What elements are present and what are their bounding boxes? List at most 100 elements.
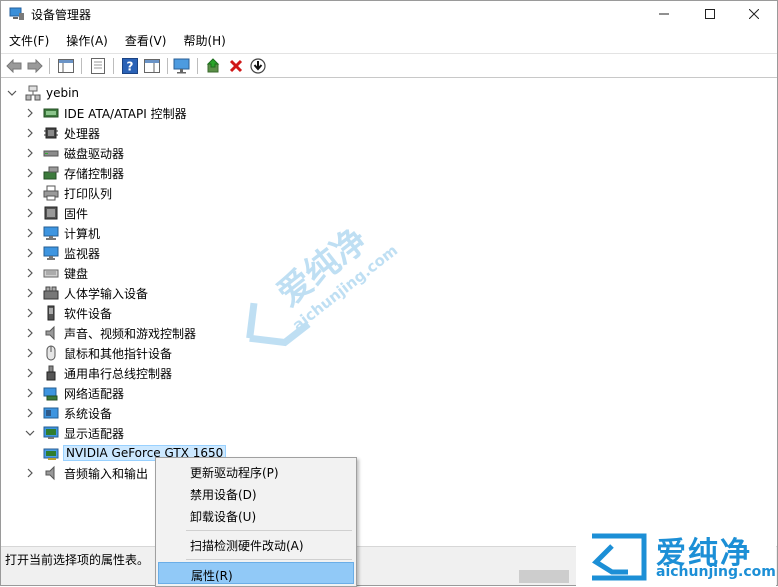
ctx-properties[interactable]: 属性(R) (158, 562, 354, 584)
disable-device-toolbar-button[interactable] (249, 57, 267, 75)
tree-node[interactable]: 存储控制器 (25, 163, 124, 183)
device-tree: yebin IDE ATA/ATAPI 控制器处理器 磁盘驱动器存储控制器打印队列… (1, 80, 777, 545)
expand-chevron-icon[interactable] (25, 148, 35, 158)
system-device-icon (43, 405, 59, 421)
scan-hardware-toolbar-button[interactable] (173, 57, 191, 75)
tree-node[interactable]: 通用串行总线控制器 (25, 363, 172, 383)
watermark-corner-url: aichunjing.com (656, 564, 776, 580)
menu-help[interactable]: 帮助(H) (175, 29, 234, 51)
minimize-button[interactable] (641, 1, 687, 27)
expand-chevron-icon[interactable] (25, 368, 35, 378)
tree-node-label: 计算机 (64, 226, 101, 241)
properties-sheet-icon (91, 58, 105, 74)
ide-controller-icon (43, 105, 59, 121)
svg-text:?: ? (127, 60, 134, 74)
ctx-update-driver[interactable]: 更新驱动程序(P) (158, 460, 354, 482)
disk-drive-icon (43, 145, 59, 161)
tree-node-label: IDE ATA/ATAPI 控制器 (64, 106, 187, 121)
ctx-disable-device[interactable]: 禁用设备(D) (158, 482, 354, 504)
expand-chevron-icon[interactable] (25, 468, 35, 478)
monitor-scan-icon (173, 58, 190, 74)
expand-chevron-icon[interactable] (25, 388, 35, 398)
device-manager-icon (9, 7, 24, 20)
expand-chevron-icon[interactable] (25, 268, 35, 278)
computer-network-icon (25, 85, 41, 101)
collapse-chevron-icon[interactable] (7, 88, 17, 98)
forward-button[interactable] (26, 57, 44, 75)
tree-node-label: 显示适配器 (64, 426, 125, 441)
tree-root[interactable]: yebin (7, 83, 79, 103)
show-hide-console-tree-button[interactable] (57, 57, 75, 75)
expand-chevron-icon[interactable] (25, 108, 35, 118)
tree-node[interactable]: 显示适配器 (25, 423, 124, 443)
gpu-card-icon (43, 445, 59, 461)
tree-node[interactable]: 打印队列 (25, 183, 112, 203)
tree-node[interactable]: 系统设备 (25, 403, 112, 423)
tree-node-label: 固件 (64, 206, 89, 221)
tree-node[interactable]: 鼠标和其他指针设备 (25, 343, 172, 363)
tree-node[interactable]: 固件 (25, 203, 88, 223)
ctx-uninstall-device[interactable]: 卸载设备(U) (158, 504, 354, 526)
computer-icon (43, 225, 59, 241)
tree-node[interactable]: 软件设备 (25, 303, 112, 323)
tree-node[interactable]: 计算机 (25, 223, 100, 243)
toolbar-separator (81, 58, 82, 74)
close-button[interactable] (731, 1, 777, 27)
tree-node[interactable]: 磁盘驱动器 (25, 143, 124, 163)
tree-node-label: 系统设备 (64, 406, 113, 421)
tree-node-label: 音频输入和输出 (64, 466, 149, 481)
tree-node[interactable]: 音频输入和输出 (25, 463, 148, 483)
back-button[interactable] (5, 57, 23, 75)
properties-toolbar-button[interactable] (89, 57, 107, 75)
tree-node-label: 通用串行总线控制器 (64, 366, 173, 381)
scrollbar-thumb[interactable] (519, 570, 569, 583)
expand-chevron-icon[interactable] (25, 248, 35, 258)
toolbar-separator (197, 58, 198, 74)
toolbar-separator (49, 58, 50, 74)
tree-node[interactable]: 监视器 (25, 243, 100, 263)
tree-node[interactable]: 声音、视频和游戏控制器 (25, 323, 196, 343)
storage-controller-icon (43, 165, 59, 181)
tree-node[interactable]: 处理器 (25, 123, 100, 143)
menu-view[interactable]: 查看(V) (117, 29, 176, 51)
expand-chevron-icon[interactable] (25, 308, 35, 318)
expand-chevron-icon[interactable] (25, 208, 35, 218)
expand-chevron-icon[interactable] (25, 288, 35, 298)
expand-chevron-icon[interactable] (25, 228, 35, 238)
expand-chevron-icon[interactable] (25, 348, 35, 358)
expand-chevron-icon[interactable] (25, 168, 35, 178)
close-icon (749, 9, 759, 19)
help-button[interactable]: ? (121, 57, 139, 75)
maximize-icon (705, 9, 715, 19)
menu-separator (186, 530, 352, 531)
expand-chevron-icon[interactable] (25, 128, 35, 138)
ctx-scan-hardware[interactable]: 扫描检测硬件改动(A) (158, 533, 354, 555)
expand-chevron-icon[interactable] (25, 328, 35, 338)
tree-node-label: 人体学输入设备 (64, 286, 149, 301)
uninstall-device-toolbar-button[interactable] (227, 57, 245, 75)
maximize-button[interactable] (687, 1, 733, 27)
software-device-icon (43, 305, 59, 321)
update-driver-toolbar-button[interactable] (205, 57, 223, 75)
tree-node-label: 监视器 (64, 246, 101, 261)
tree-node[interactable]: 人体学输入设备 (25, 283, 148, 303)
menu-file[interactable]: 文件(F) (1, 29, 58, 51)
watermark-logo-corner: 爱纯净 aichunjing.com (576, 526, 776, 586)
tree-node[interactable]: 键盘 (25, 263, 88, 283)
watermark-corner-logo-icon (592, 533, 647, 581)
tree-node[interactable]: 网络适配器 (25, 383, 124, 403)
minimize-icon (659, 13, 669, 15)
menu-separator (186, 559, 352, 560)
tree-node[interactable]: IDE ATA/ATAPI 控制器 (25, 103, 187, 123)
window-title: 设备管理器 (31, 8, 92, 22)
collapse-chevron-icon[interactable] (25, 428, 35, 438)
tree-node-label: 声音、视频和游戏控制器 (64, 326, 197, 341)
tree-node-label: 存储控制器 (64, 166, 125, 181)
menu-action[interactable]: 操作(A) (58, 29, 117, 51)
expand-chevron-icon[interactable] (25, 408, 35, 418)
action-pane-button[interactable] (143, 57, 161, 75)
forward-arrow-icon (27, 59, 43, 73)
processor-icon (43, 125, 59, 141)
tree-root-label: yebin (46, 86, 80, 100)
expand-chevron-icon[interactable] (25, 188, 35, 198)
